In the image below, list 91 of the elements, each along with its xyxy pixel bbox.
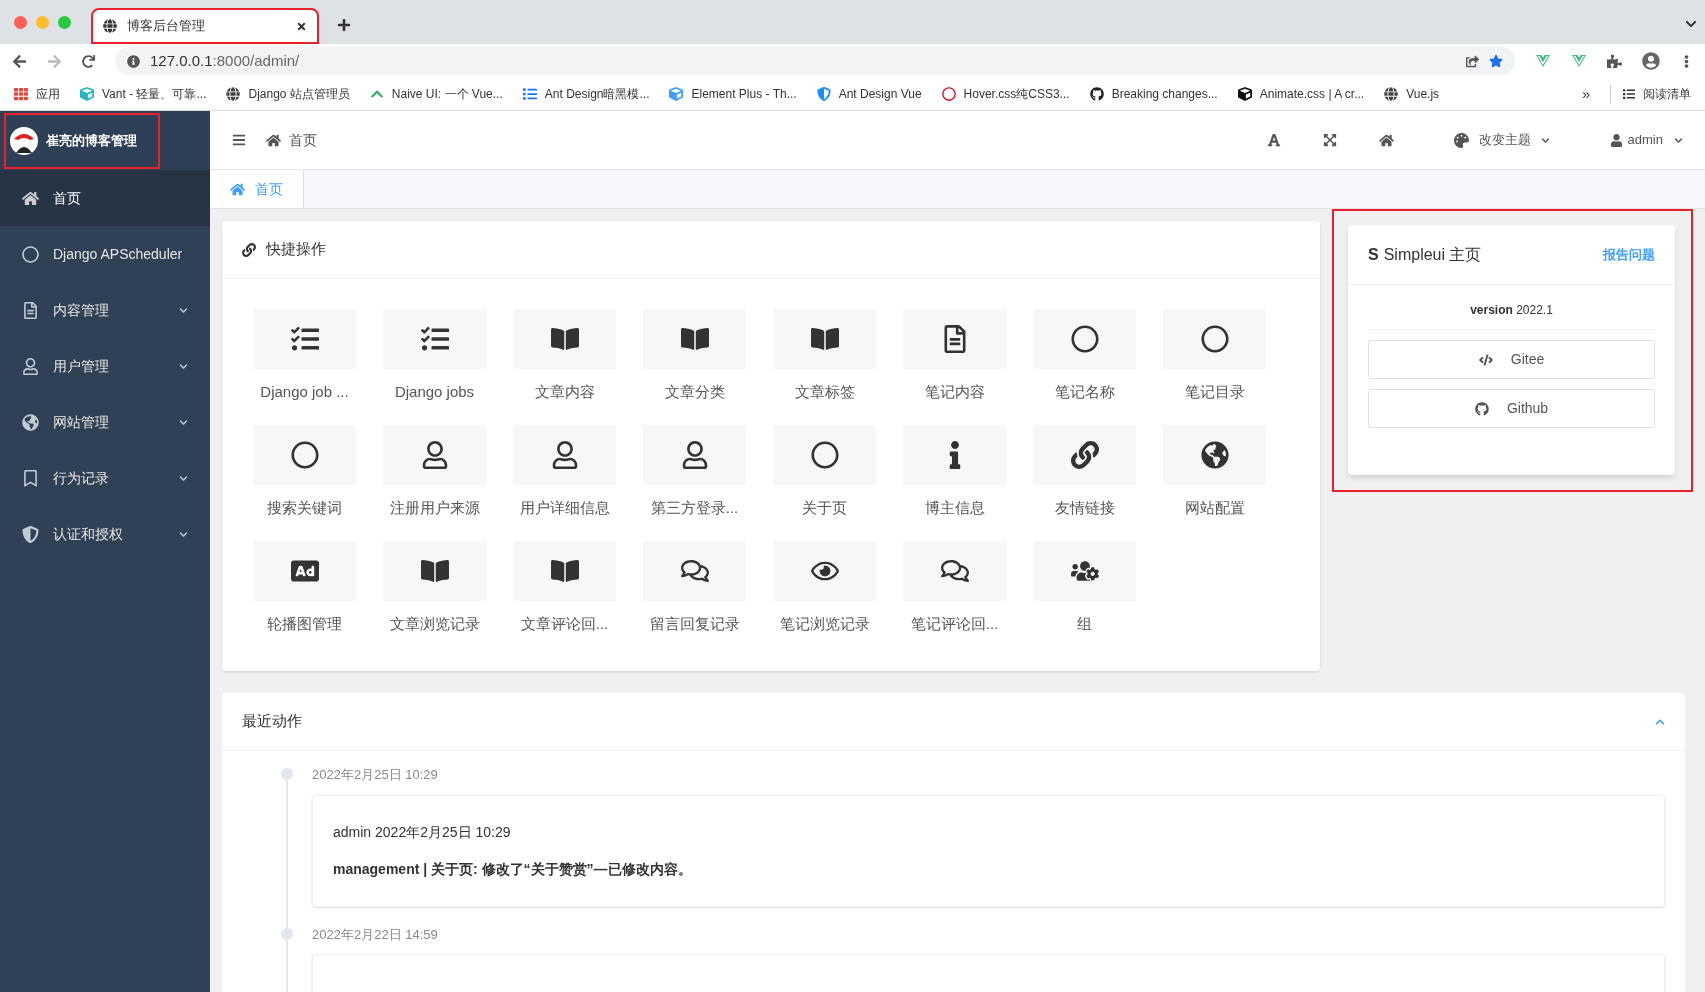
card-title: 最近动作 <box>242 711 303 732</box>
sidebar-logo-title[interactable]: 崔亮的博客管理 <box>4 112 160 169</box>
user-icon <box>22 357 39 375</box>
checklist-icon <box>420 325 449 353</box>
user-icon <box>1609 133 1623 147</box>
bookmark-item[interactable]: 应用 <box>14 85 60 103</box>
card-title: Simpleui 主页 <box>1383 244 1483 265</box>
checklist-icon <box>290 325 319 353</box>
cube-icon <box>80 87 94 101</box>
menu-icon[interactable] <box>232 133 246 147</box>
reload-icon[interactable] <box>82 54 95 68</box>
globe-icon <box>226 87 241 101</box>
sidebar-item[interactable]: 用户管理 <box>0 338 210 394</box>
shield-icon <box>22 525 39 543</box>
bookmark-item[interactable]: Django 站点管理员 <box>226 85 350 103</box>
link-button[interactable]: Gitee <box>1368 340 1655 379</box>
profile-icon[interactable] <box>1642 52 1660 70</box>
home-icon[interactable] <box>1378 132 1394 148</box>
sidebar-item[interactable]: Django APScheduler <box>0 226 210 282</box>
book-icon <box>550 557 579 585</box>
sidebar-item[interactable]: 行为记录 <box>0 450 210 506</box>
globe-icon <box>103 19 117 33</box>
book-icon <box>550 325 579 353</box>
bookmark-icon <box>22 469 39 487</box>
logo-avatar-icon <box>10 126 38 155</box>
bookmark-item[interactable]: Hover.css纯CSS3... <box>941 85 1070 103</box>
ring-icon <box>941 87 956 101</box>
entry-message: management | 关于页: 修改了“关于赞赏”—已修改内容。 <box>333 859 693 879</box>
version-text: version 2022.1 <box>1368 301 1655 330</box>
sidebar-item[interactable]: 首页 <box>0 170 210 226</box>
book-icon <box>420 557 449 585</box>
user-dropdown[interactable]: admin <box>1609 130 1683 150</box>
breadcrumb[interactable]: 首页 <box>266 129 317 151</box>
sidebar-item[interactable]: 认证和授权 <box>0 506 210 562</box>
globe-icon <box>22 413 39 431</box>
theme-dropdown[interactable]: 改变主题 <box>1453 130 1550 150</box>
sidebar-item[interactable]: 内容管理 <box>0 282 210 338</box>
fullscreen-icon[interactable] <box>1322 133 1337 147</box>
more-bookmarks[interactable]: » <box>1582 83 1590 105</box>
link-icon <box>1070 441 1099 469</box>
entry-time: 2022年2月22日 14:59 <box>312 925 439 944</box>
caret-icon <box>1674 135 1683 145</box>
file-icon <box>22 301 39 319</box>
share-icon[interactable] <box>1466 54 1479 68</box>
bookmark-item[interactable]: Naive UI: 一个 Vue... <box>369 85 503 103</box>
tab-title: 博客后台管理 <box>127 17 206 36</box>
url-text: 127.0.0.1:8000/admin/ <box>150 50 301 71</box>
card-title: 快捷操作 <box>266 239 326 260</box>
comments-icon <box>680 557 709 585</box>
github-icon <box>1474 401 1489 416</box>
bookmark-item[interactable]: Ant Design Vue <box>816 85 922 103</box>
entry-user-line: admin 2022年2月25日 10:29 <box>333 822 512 842</box>
globe-icon <box>1384 87 1399 101</box>
new-tab-icon[interactable] <box>337 18 351 32</box>
user-icon <box>420 441 449 469</box>
extensions-icon[interactable] <box>1607 53 1622 69</box>
info-icon <box>127 54 140 68</box>
code-icon <box>1478 352 1493 367</box>
bookmark-item[interactable]: Ant Design暗黑模... <box>522 85 650 103</box>
bookmark-item[interactable]: Vant - 轻量、可靠... <box>80 85 207 103</box>
home-icon <box>22 189 39 207</box>
caret-icon <box>1540 135 1550 145</box>
shield-icon <box>816 87 831 101</box>
link-icon <box>242 242 256 257</box>
user-icon <box>680 441 709 469</box>
list-icon <box>1623 88 1635 100</box>
entry-time: 2022年2月25日 10:29 <box>312 766 439 784</box>
font-icon[interactable] <box>1266 133 1281 147</box>
star-icon[interactable] <box>1489 54 1503 68</box>
globe-icon <box>1200 441 1229 469</box>
book-icon <box>680 325 709 353</box>
bookmark-item[interactable]: Breaking changes... <box>1089 85 1218 103</box>
bookmark-item[interactable]: Element Plus - Th... <box>669 85 797 103</box>
home-icon <box>230 181 245 197</box>
user-icon <box>550 441 579 469</box>
address-bar[interactable]: 127.0.0.1:8000/admin/ <box>115 47 1515 75</box>
link-button[interactable]: Github <box>1368 389 1655 428</box>
back-icon[interactable] <box>12 53 27 69</box>
sidebar-item[interactable]: 网站管理 <box>0 394 210 450</box>
palette-icon <box>1453 132 1469 148</box>
apps-icon <box>14 87 28 101</box>
simpleui-logo: S <box>1368 244 1379 265</box>
comments-icon <box>940 557 969 585</box>
browser-tab[interactable]: 博客后台管理 <box>91 8 319 44</box>
home-icon <box>266 132 281 148</box>
bookmark-item[interactable]: Animate.css | A cr... <box>1237 85 1365 103</box>
book-icon <box>810 325 839 353</box>
reading-list-button[interactable]: 阅读清单 <box>1610 85 1691 103</box>
close-icon[interactable] <box>296 20 307 32</box>
bookmark-item[interactable]: Vue.js <box>1384 85 1440 103</box>
github-icon <box>1089 87 1104 101</box>
